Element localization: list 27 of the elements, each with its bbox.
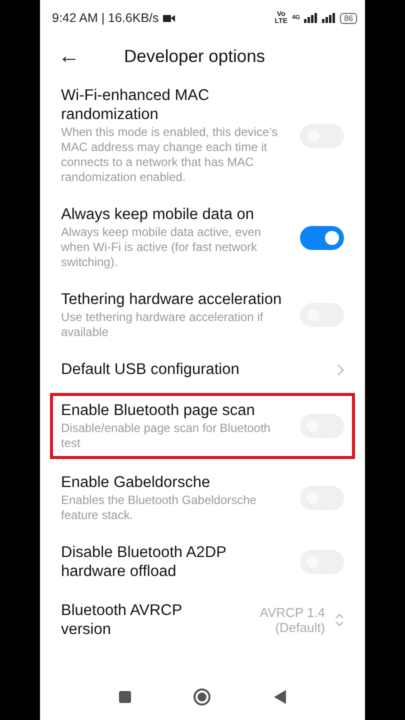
chevron-right-icon[interactable] bbox=[337, 364, 344, 376]
home-icon[interactable] bbox=[193, 688, 212, 706]
setting-title[interactable]: Bluetooth AVRCP version bbox=[61, 601, 236, 639]
setting-description: Always keep mobile data active, even when Wi-Fi is active (for fast network switching). bbox=[61, 225, 262, 270]
setting-description: Disable/enable page scan for Bluetooth test bbox=[61, 421, 272, 451]
setting-title[interactable]: Enable Bluetooth page scan bbox=[61, 401, 290, 420]
setting-description: When this mode is enabled, this device’s MAC address may change each time it connects to a network that has MAC randomization enabled. bbox=[61, 125, 279, 185]
back-button[interactable]: ← bbox=[52, 45, 86, 67]
video-camera-icon bbox=[162, 14, 175, 22]
setting-title[interactable]: Tethering hardware acceleration bbox=[61, 290, 290, 309]
setting-title[interactable]: Default USB configuration bbox=[61, 360, 327, 379]
setting-title[interactable]: Always keep mobile data on bbox=[61, 205, 290, 224]
up-down-chevron-icon[interactable] bbox=[335, 613, 344, 627]
back-icon[interactable] bbox=[274, 690, 286, 704]
status-time: 9:42 AM | 16.6KB/s bbox=[52, 10, 159, 27]
signal-icon bbox=[322, 13, 336, 23]
setting-title[interactable]: Enable Gabeldorsche bbox=[61, 473, 290, 492]
recents-icon[interactable] bbox=[119, 691, 132, 703]
setting-description: Enables the Bluetooth Gabeldorsche feature stack. bbox=[61, 493, 258, 523]
setting-title[interactable]: Disable Bluetooth A2DP hardware offload bbox=[61, 543, 290, 581]
battery-level: 86 bbox=[340, 12, 357, 24]
selected-value: AVRCP 1.4 (Default) bbox=[258, 605, 326, 635]
setting-description: Use tethering hardware acceleration if available bbox=[61, 310, 264, 340]
page-title: Developer options bbox=[124, 44, 266, 68]
setting-title[interactable]: Wi-Fi-enhanced MAC randomization bbox=[61, 86, 290, 124]
toggle-switch[interactable] bbox=[300, 226, 344, 250]
signal-icon bbox=[304, 13, 318, 23]
